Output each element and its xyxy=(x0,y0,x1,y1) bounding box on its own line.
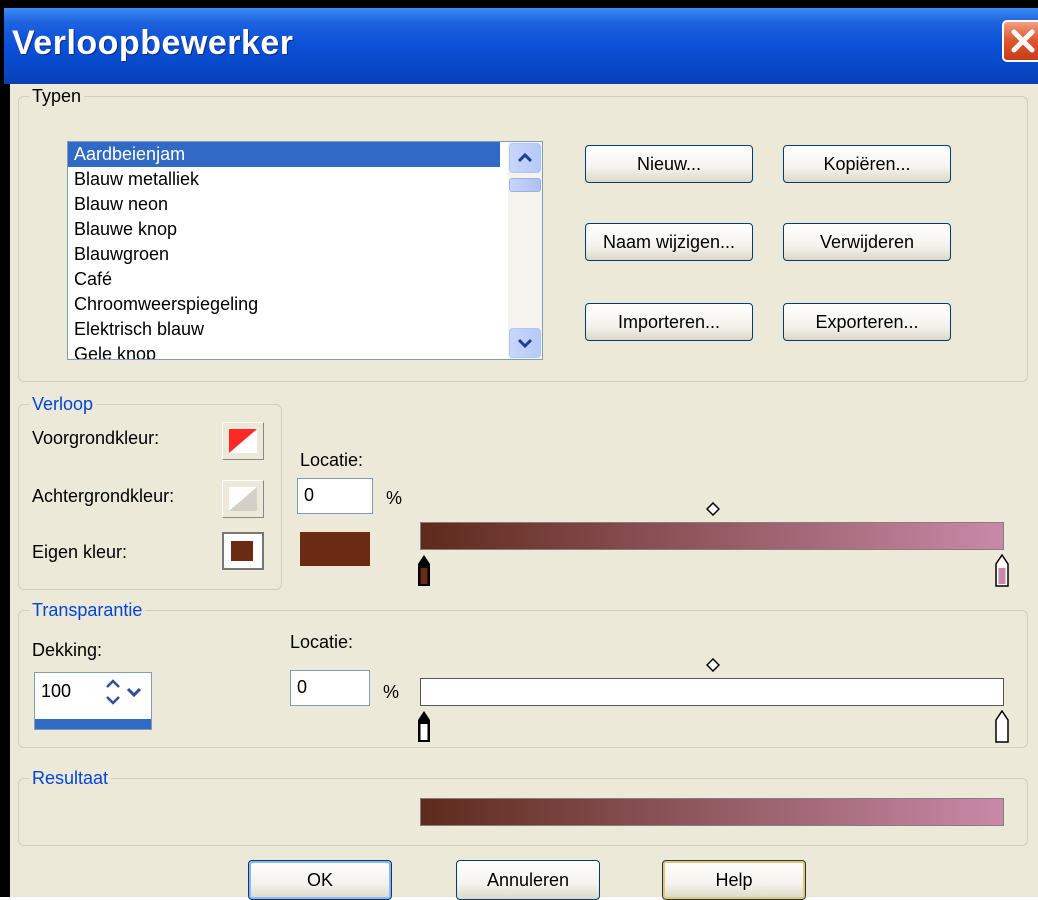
opacity-spinbox[interactable]: 100 xyxy=(34,672,152,730)
gradient-location-input[interactable]: 0 xyxy=(297,478,373,514)
dialog-window: Verloopbewerker Typen Aardbeienjam Blauw … xyxy=(0,0,1038,900)
gradient-location-label: Locatie: xyxy=(300,450,364,470)
transparency-location-input[interactable]: 0 xyxy=(290,670,370,706)
window-title: Verloopbewerker xyxy=(12,24,294,62)
transparency-location-label: Locatie: xyxy=(290,632,354,652)
close-button[interactable] xyxy=(1002,20,1038,62)
import-button[interactable]: Importeren... xyxy=(585,303,753,341)
gradient-preview-bar[interactable] xyxy=(420,522,1004,550)
transparency-percent-label: % xyxy=(383,682,400,702)
list-item[interactable]: Gele knop xyxy=(68,342,500,359)
transparency-midpoint-icon[interactable] xyxy=(706,658,720,672)
scroll-down-button[interactable] xyxy=(509,328,541,358)
list-item[interactable]: Blauw neon xyxy=(68,192,500,217)
dialog-body: Typen Aardbeienjam Blauw metalliek Blauw n… xyxy=(10,84,1038,900)
close-icon xyxy=(1011,29,1035,53)
list-item[interactable]: Blauwgroen xyxy=(68,242,500,267)
transparency-preview-bar[interactable] xyxy=(420,678,1004,706)
background-color-button[interactable] xyxy=(222,480,264,518)
list-item[interactable]: Elektrisch blauw xyxy=(68,317,500,342)
rename-button[interactable]: Naam wijzigen... xyxy=(585,223,753,261)
foreground-color-button[interactable] xyxy=(222,422,264,460)
chevron-down-icon[interactable] xyxy=(125,683,143,703)
right-color-stop-icon[interactable] xyxy=(994,554,1010,588)
opacity-slider-strip[interactable] xyxy=(35,719,151,729)
foreground-swatch-icon xyxy=(229,429,257,453)
scroll-up-button[interactable] xyxy=(509,143,541,173)
right-opacity-stop-icon[interactable] xyxy=(994,710,1010,744)
list-item[interactable]: Café xyxy=(68,267,500,292)
opacity-value: 100 xyxy=(41,681,72,701)
list-item[interactable]: Aardbeienjam xyxy=(68,142,500,167)
typen-group-label: Typen xyxy=(29,86,85,106)
current-stop-color xyxy=(300,532,370,566)
chevron-up-icon xyxy=(517,152,533,163)
gradient-type-list[interactable]: Aardbeienjam Blauw metalliek Blauw neon Bla… xyxy=(67,141,543,360)
ok-button[interactable]: OK xyxy=(248,860,392,900)
export-button[interactable]: Exporteren... xyxy=(783,303,951,341)
list-items: Aardbeienjam Blauw metalliek Blauw neon Bla… xyxy=(68,142,542,359)
foreground-color-label: Voorgrondkleur: xyxy=(32,428,160,448)
midpoint-marker-icon[interactable] xyxy=(706,502,720,516)
custom-color-label: Eigen kleur: xyxy=(32,542,128,562)
spin-updown-icon[interactable] xyxy=(103,675,123,709)
background-color-label: Achtergrondkleur: xyxy=(32,486,175,506)
opacity-label: Dekking: xyxy=(32,640,103,660)
result-preview-bar xyxy=(420,798,1004,826)
list-scrollbar[interactable] xyxy=(508,142,542,359)
list-item[interactable]: Blauwe knop xyxy=(68,217,500,242)
chevron-down-icon xyxy=(517,338,533,349)
copy-button[interactable]: Kopiëren... xyxy=(783,145,951,183)
custom-color-swatch xyxy=(231,541,253,561)
transparantie-group-label: Transparantie xyxy=(29,600,146,620)
scroll-thumb[interactable] xyxy=(509,178,541,192)
gradient-percent-label: % xyxy=(386,488,403,508)
background-swatch-icon xyxy=(229,487,257,511)
new-button[interactable]: Nieuw... xyxy=(585,145,753,183)
title-bar[interactable]: Verloopbewerker xyxy=(4,8,1038,84)
custom-color-button[interactable] xyxy=(222,532,264,570)
left-opacity-stop-icon[interactable] xyxy=(416,710,432,744)
left-color-stop-icon[interactable] xyxy=(416,554,432,588)
verloop-group-label: Verloop xyxy=(29,394,97,414)
cancel-button[interactable]: Annuleren xyxy=(456,860,600,900)
typen-group: Typen Aardbeienjam Blauw metalliek Blauw n… xyxy=(18,86,1028,382)
help-button[interactable]: Help xyxy=(662,860,806,900)
delete-button[interactable]: Verwijderen xyxy=(783,223,951,261)
list-item[interactable]: Blauw metalliek xyxy=(68,167,500,192)
list-item[interactable]: Chroomweerspiegeling xyxy=(68,292,500,317)
resultaat-group-label: Resultaat xyxy=(29,768,112,788)
